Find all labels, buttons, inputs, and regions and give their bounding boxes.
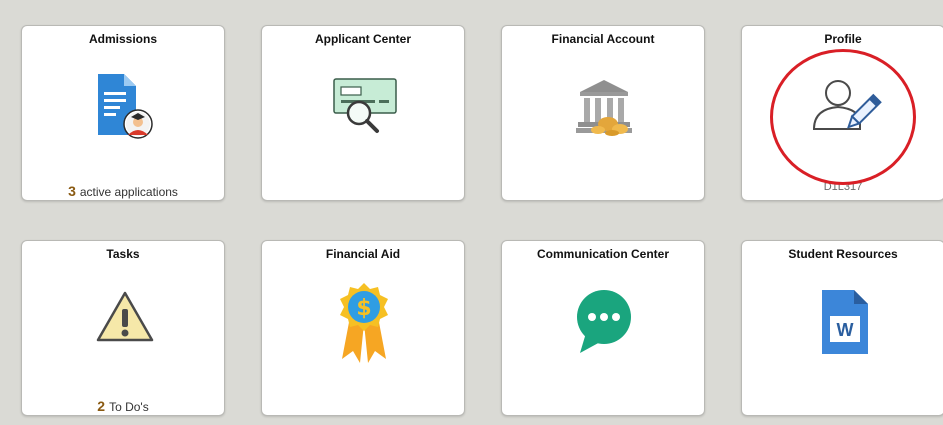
tile-student-resources[interactable]: Student Resources W — [741, 240, 943, 416]
tile-footer: 3 active applications — [22, 183, 224, 199]
tile-admissions[interactable]: Admissions 3 active applications — [21, 25, 225, 201]
tile-profile[interactable]: Profile D1L317 — [741, 25, 943, 201]
tile-title: Tasks — [106, 247, 140, 261]
active-applications-count: 3 — [68, 183, 76, 199]
footer-text: To Do's — [109, 400, 149, 414]
user-edit-icon — [812, 80, 882, 130]
tile-financial-aid[interactable]: Financial Aid $ — [261, 240, 465, 416]
svg-text:$: $ — [356, 296, 371, 321]
tile-title: Financial Account — [551, 32, 655, 46]
todo-count: 2 — [97, 398, 106, 414]
profile-id-text: D1L317 — [823, 181, 863, 193]
warning-icon — [96, 291, 154, 342]
check-magnifier-icon — [333, 78, 397, 133]
dollar-award-icon: $ — [340, 283, 388, 363]
bank-money-icon — [576, 80, 632, 136]
homepage-tile-grid: Admissions 3 active applications Applican… — [0, 0, 943, 425]
word-document-icon: W — [822, 290, 868, 354]
tile-tasks[interactable]: Tasks 2 To Do's — [21, 240, 225, 416]
chat-bubble-icon — [577, 290, 631, 353]
tile-title: Communication Center — [536, 247, 669, 261]
tile-title: Admissions — [88, 32, 157, 46]
document-applicant-icon — [98, 74, 153, 139]
svg-text:W: W — [837, 320, 854, 340]
tile-title: Financial Aid — [325, 247, 401, 261]
tile-applicant-center[interactable]: Applicant Center — [261, 25, 465, 201]
footer-text: active applications — [79, 185, 178, 199]
tile-footer: 2 To Do's — [22, 398, 224, 414]
tile-communication-center[interactable]: Communication Center — [501, 240, 705, 416]
tile-title: Applicant Center — [314, 32, 411, 46]
tile-financial-account[interactable]: Financial Account — [501, 25, 705, 201]
tile-title: Student Resources — [788, 247, 898, 261]
tile-title: Profile — [824, 32, 862, 46]
